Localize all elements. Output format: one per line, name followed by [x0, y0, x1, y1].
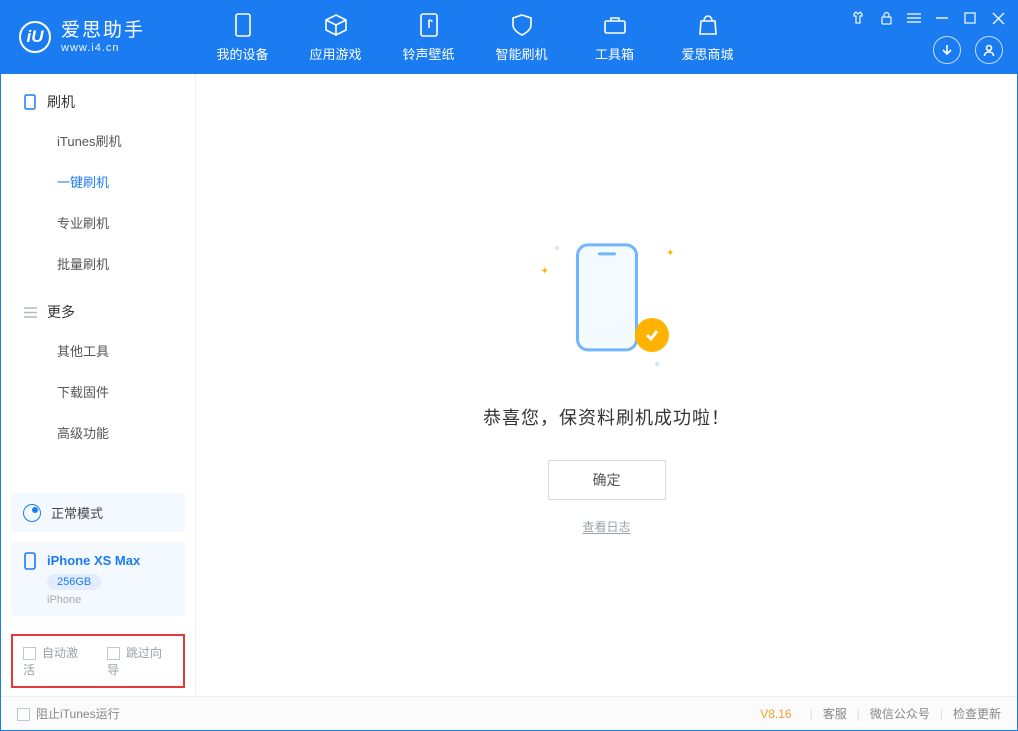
separator: |: [810, 707, 813, 721]
sparkle-icon: ✦: [541, 266, 549, 277]
sidebar-item-itunes-flash[interactable]: iTunes刷机: [1, 120, 195, 161]
checkbox-icon: [107, 647, 120, 660]
logo-icon: iU: [19, 21, 51, 53]
checkbox-label: 阻止iTunes运行: [36, 707, 120, 721]
nav-item-flash[interactable]: 智能刷机: [475, 1, 568, 74]
nav-label: 铃声壁纸: [402, 44, 454, 63]
nav-label: 智能刷机: [495, 44, 547, 63]
top-nav: 我的设备 应用游戏 铃声壁纸 智能刷机 工具箱 爱思商城: [196, 1, 754, 74]
nav-label: 工具箱: [595, 44, 634, 63]
app-window: iU 爱思助手 www.i4.cn 我的设备 应用游戏 铃声壁纸 智能刷机: [0, 0, 1018, 731]
nav-item-mydevice[interactable]: 我的设备: [196, 1, 289, 74]
device-card[interactable]: iPhone XS Max 256GB iPhone: [11, 542, 185, 616]
sidebar: 刷机 iTunes刷机 一键刷机 专业刷机 批量刷机 更多 其他工具 下载固件 …: [1, 74, 196, 696]
sidebar-item-other-tools[interactable]: 其他工具: [1, 330, 195, 371]
device-icon: [230, 12, 256, 38]
success-message: 恭喜您，保资料刷机成功啦！: [483, 404, 730, 430]
nav-label: 爱思商城: [681, 44, 733, 63]
download-icon[interactable]: [933, 36, 961, 64]
device-row: iPhone XS Max: [23, 552, 173, 568]
sidebar-item-advanced[interactable]: 高级功能: [1, 412, 195, 453]
maximize-icon[interactable]: [961, 9, 979, 27]
support-link[interactable]: 客服: [823, 705, 847, 722]
mode-icon: [23, 504, 41, 522]
bag-icon: [695, 12, 721, 38]
sidebar-spacer: [1, 453, 195, 487]
logo-text: 爱思助手 www.i4.cn: [61, 21, 145, 54]
sparkle-icon: ✦: [666, 248, 674, 259]
checkbox-icon: [23, 647, 36, 660]
toolbox-icon: [602, 12, 628, 38]
version-label: V8.16: [760, 707, 791, 721]
view-log-link[interactable]: 查看日志: [582, 518, 630, 535]
cube-icon: [323, 12, 349, 38]
window-controls: [849, 9, 1007, 27]
sidebar-item-pro-flash[interactable]: 专业刷机: [1, 202, 195, 243]
header: iU 爱思助手 www.i4.cn 我的设备 应用游戏 铃声壁纸 智能刷机: [1, 1, 1017, 74]
checkbox-auto-activate[interactable]: 自动激活: [23, 644, 89, 678]
status-bar: 阻止iTunes运行 V8.16 | 客服 | 微信公众号 | 检查更新: [1, 696, 1017, 730]
nav-item-toolbox[interactable]: 工具箱: [568, 1, 661, 74]
sidebar-group-title: 更多: [47, 302, 75, 322]
wechat-link[interactable]: 微信公众号: [870, 705, 930, 722]
app-title: 爱思助手: [61, 21, 145, 42]
device-name: iPhone XS Max: [47, 553, 140, 568]
shield-icon: [509, 12, 535, 38]
sidebar-group-flash: 刷机: [1, 74, 195, 120]
nav-label: 应用游戏: [309, 44, 361, 63]
checkbox-block-itunes[interactable]: 阻止iTunes运行: [17, 705, 120, 722]
flash-options-highlight: 自动激活 跳过向导: [11, 634, 185, 688]
success-illustration: ✦ ✦: [537, 236, 677, 376]
tshirt-icon[interactable]: [849, 9, 867, 27]
list-icon: [23, 305, 37, 319]
device-storage-badge: 256GB: [47, 574, 101, 590]
sidebar-item-download-firmware[interactable]: 下载固件: [1, 371, 195, 412]
header-actions: [933, 36, 1003, 64]
nav-item-ringtones[interactable]: 铃声壁纸: [382, 1, 475, 74]
phone-illustration-icon: [576, 243, 638, 351]
checkbox-icon: [17, 708, 30, 721]
dot-icon: [655, 362, 659, 366]
sidebar-items-flash: iTunes刷机 一键刷机 专业刷机 批量刷机: [1, 120, 195, 284]
phone-small-icon: [23, 552, 39, 568]
main-content: ✦ ✦ 恭喜您，保资料刷机成功啦！ 确定 查看日志: [196, 74, 1017, 696]
nav-label: 我的设备: [216, 44, 268, 63]
app-subtitle: www.i4.cn: [61, 42, 145, 54]
phone-outline-icon: [23, 95, 37, 109]
ok-button[interactable]: 确定: [548, 460, 666, 500]
checkbox-skip-guide[interactable]: 跳过向导: [107, 644, 173, 678]
check-badge-icon: [635, 318, 669, 352]
sidebar-group-more: 更多: [1, 284, 195, 330]
close-icon[interactable]: [989, 9, 1007, 27]
statusbar-right: V8.16 | 客服 | 微信公众号 | 检查更新: [760, 705, 1001, 722]
nav-item-apps[interactable]: 应用游戏: [289, 1, 382, 74]
separator: |: [857, 707, 860, 721]
sidebar-item-batch-flash[interactable]: 批量刷机: [1, 243, 195, 284]
menu-icon[interactable]: [905, 9, 923, 27]
lock-icon[interactable]: [877, 9, 895, 27]
sidebar-group-title: 刷机: [47, 92, 75, 112]
mode-label: 正常模式: [51, 503, 103, 522]
nav-item-store[interactable]: 爱思商城: [661, 1, 754, 74]
sidebar-item-oneclick-flash[interactable]: 一键刷机: [1, 161, 195, 202]
check-update-link[interactable]: 检查更新: [953, 705, 1001, 722]
dot-icon: [555, 246, 559, 250]
music-file-icon: [416, 12, 442, 38]
sidebar-items-more: 其他工具 下载固件 高级功能: [1, 330, 195, 453]
separator: |: [940, 707, 943, 721]
device-type: iPhone: [47, 594, 173, 606]
body: 刷机 iTunes刷机 一键刷机 专业刷机 批量刷机 更多 其他工具 下载固件 …: [1, 74, 1017, 696]
minimize-icon[interactable]: [933, 9, 951, 27]
logo-block: iU 爱思助手 www.i4.cn: [1, 21, 196, 54]
mode-indicator[interactable]: 正常模式: [11, 493, 185, 532]
user-icon[interactable]: [975, 36, 1003, 64]
